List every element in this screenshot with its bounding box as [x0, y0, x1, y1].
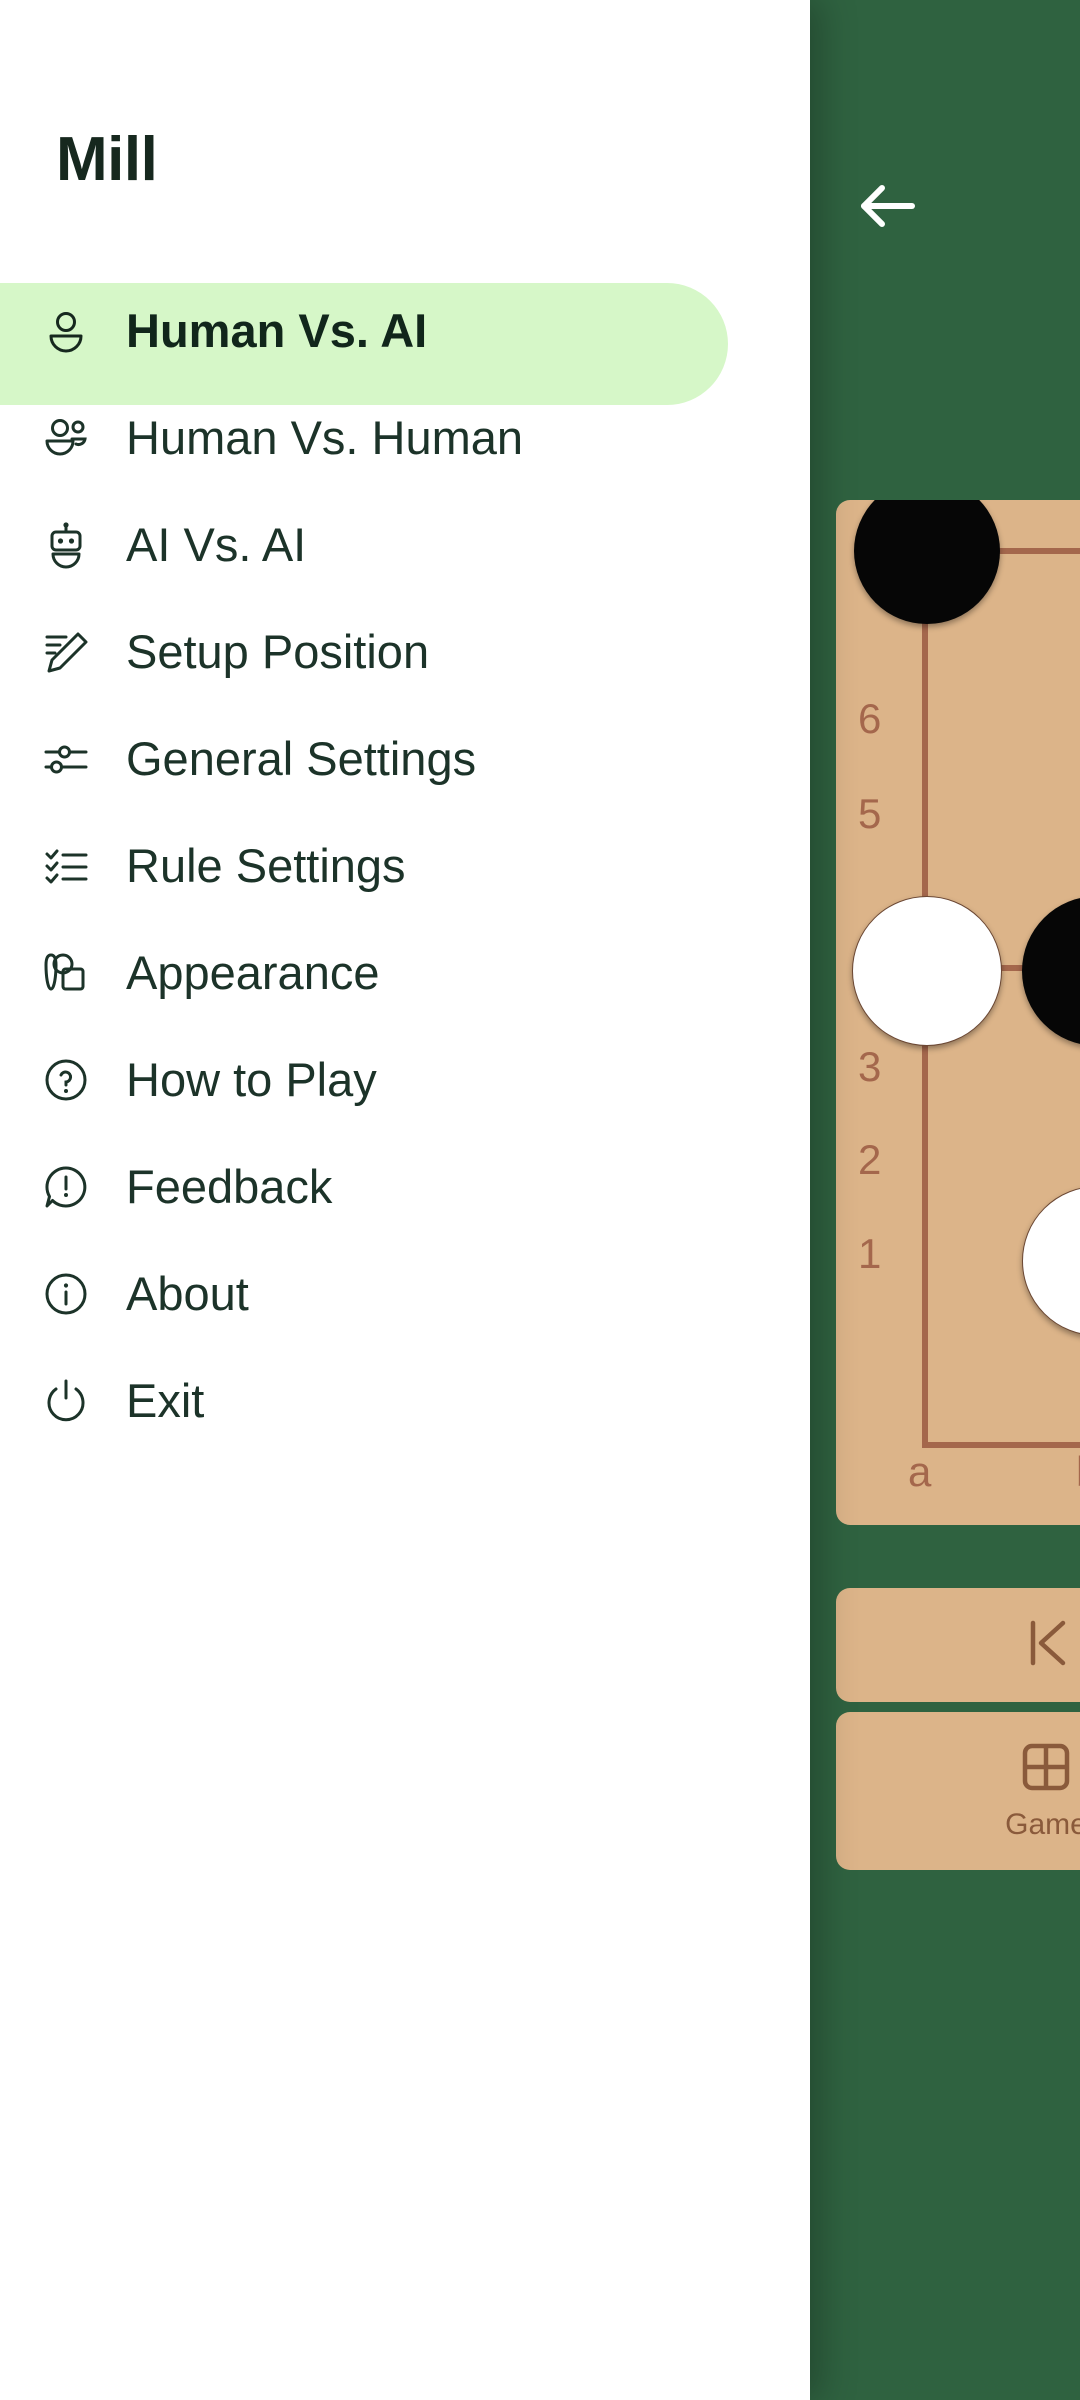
board-piece[interactable] [852, 896, 1002, 1046]
file-label: a [908, 1448, 932, 1495]
file-label: b [1076, 1448, 1080, 1496]
selection-pill [0, 1353, 728, 1475]
sidebar-item-label: About [126, 1267, 249, 1320]
feedback-bubble-icon [38, 1159, 94, 1215]
sidebar-item-ai-vs-ai[interactable]: AI Vs. AI [0, 491, 810, 598]
sidebar-item-label: Appearance [126, 946, 380, 999]
toolbar-game-label: Game [1005, 1807, 1080, 1841]
rank-label: 6 [858, 695, 882, 742]
rank-label: 1 [858, 1230, 882, 1277]
sidebar-item-setup-position[interactable]: Setup Position [0, 598, 810, 705]
person-icon [38, 303, 94, 359]
page-title: Mill [56, 125, 158, 194]
people-icon [38, 410, 94, 466]
navigation-drawer: Mill Human Vs. AI Human Vs. Human AI Vs.… [0, 0, 810, 2400]
rank-label: 2 [858, 1136, 882, 1183]
power-icon [38, 1373, 94, 1429]
sidebar-item-label: How to Play [126, 1053, 377, 1106]
board-piece[interactable] [1022, 896, 1080, 1046]
sidebar-item-human-vs-human[interactable]: Human Vs. Human [0, 384, 810, 491]
sidebar-item-label: Rule Settings [126, 839, 406, 892]
checklist-icon [38, 838, 94, 894]
game-board[interactable]: 6 5 3 2 1 a b [836, 500, 1080, 1525]
sidebar-item-label: Human Vs. AI [126, 304, 428, 357]
question-circle-icon [38, 1052, 94, 1108]
sidebar-item-label: Exit [126, 1374, 205, 1427]
skip-to-first-icon [1023, 1617, 1069, 1674]
pencil-edit-icon [38, 624, 94, 680]
sliders-icon [38, 731, 94, 787]
sidebar-item-rule-settings[interactable]: Rule Settings [0, 812, 810, 919]
grid-icon [1020, 1741, 1072, 1798]
sidebar-item-how-to-play[interactable]: How to Play [0, 1026, 810, 1133]
sidebar-item-human-vs-ai[interactable]: Human Vs. AI [0, 277, 810, 405]
sidebar-item-label: General Settings [126, 732, 477, 785]
info-circle-icon [38, 1266, 94, 1322]
sidebar-item-label: Human Vs. Human [126, 411, 524, 464]
sidebar-item-feedback[interactable]: Feedback [0, 1133, 810, 1240]
sidebar-item-general-settings[interactable]: General Settings [0, 705, 810, 812]
arrow-left-icon [858, 183, 918, 229]
rank-label: 5 [858, 790, 882, 837]
sidebar-item-label: AI Vs. AI [126, 518, 307, 571]
sidebar-item-appearance[interactable]: Appearance [0, 919, 810, 1026]
board-piece[interactable] [1022, 1186, 1080, 1336]
sidebar-item-label: Feedback [126, 1160, 333, 1213]
sidebar-item-exit[interactable]: Exit [0, 1347, 810, 1454]
rank-label: 3 [858, 1043, 882, 1090]
toolbar-first-move-button[interactable] [836, 1588, 1080, 1702]
toolbar-game-button[interactable]: Game [836, 1712, 1080, 1870]
board-line [922, 1442, 1080, 1448]
sidebar-item-about[interactable]: About [0, 1240, 810, 1347]
sidebar-item-label: Setup Position [126, 625, 430, 678]
palette-brush-icon [38, 945, 94, 1001]
robot-icon [38, 517, 94, 573]
board-piece[interactable] [854, 500, 1000, 624]
back-button[interactable] [852, 170, 924, 242]
sidebar-menu: Human Vs. AI Human Vs. Human AI Vs. AI S… [0, 277, 810, 1454]
